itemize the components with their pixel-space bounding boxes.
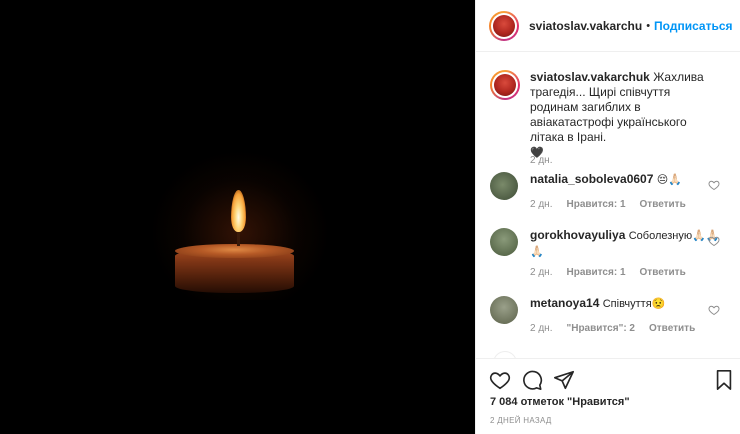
comment-text: 😔🙏🏻 <box>656 173 682 186</box>
caption-emoji: 🖤 <box>530 146 544 159</box>
post-header: sviatoslav.vakarchu • Подписаться <box>476 0 740 52</box>
caption-avatar[interactable] <box>490 70 520 100</box>
author-avatar[interactable] <box>489 10 519 41</box>
share-icon[interactable] <box>553 369 575 391</box>
post-actions: 7 084 отметок "Нравится" 2 ДНЕЙ НАЗАД <box>476 358 740 434</box>
caption-time[interactable]: 2 дн. <box>530 155 552 166</box>
comment-username[interactable]: metanoya14 <box>530 296 599 310</box>
caption-username[interactable]: sviatoslav.vakarchuk <box>530 70 650 84</box>
comment-text: Співчуття😟 <box>602 298 666 310</box>
comment-text-block: gorokhovayuliya Соболезную🙏🏻🙏🏻🙏🏻 <box>530 228 720 260</box>
comment-meta: 2 дн. "Нравится": 2 Ответить <box>530 323 695 334</box>
comments-list[interactable]: sviatoslav.vakarchuk Жахлива трагедія...… <box>476 53 740 358</box>
comment-text-block: metanoya14 Співчуття😟 <box>530 296 720 324</box>
bookmark-icon[interactable] <box>713 369 735 391</box>
candle-top <box>175 244 294 258</box>
follow-button[interactable]: Подписаться <box>654 19 732 33</box>
comment-row: gorokhovayuliya Соболезную🙏🏻🙏🏻🙏🏻 <box>490 228 720 260</box>
commenter-avatar[interactable] <box>490 172 518 200</box>
comment-row: natalia_soboleva0607 😔🙏🏻 <box>490 172 720 200</box>
candle-wick <box>237 230 240 246</box>
comment-likes-count[interactable]: Нравится: 1 <box>566 267 625 278</box>
comment-text-block: natalia_soboleva0607 😔🙏🏻 <box>530 172 720 200</box>
reply-button[interactable]: Ответить <box>649 323 695 334</box>
post-date[interactable]: 2 ДНЕЙ НАЗАД <box>490 416 552 425</box>
next-comment-avatar-partial <box>493 351 517 358</box>
caption-meta: 2 дн. <box>530 155 552 166</box>
comment-icon[interactable] <box>521 369 543 391</box>
reply-button[interactable]: Ответить <box>640 199 686 210</box>
comment-meta: 2 дн. Нравится: 1 Ответить <box>530 199 686 210</box>
reply-button[interactable]: Ответить <box>640 267 686 278</box>
likes-count[interactable]: 7 084 отметок "Нравится" <box>490 396 630 408</box>
comment-time[interactable]: 2 дн. <box>530 199 552 210</box>
comment-meta: 2 дн. Нравится: 1 Ответить <box>530 267 686 278</box>
comment-time[interactable]: 2 дн. <box>530 267 552 278</box>
comment-like-heart-icon[interactable] <box>708 235 720 247</box>
comment-row: metanoya14 Співчуття😟 <box>490 296 720 324</box>
header-separator: • <box>646 19 651 32</box>
comment-like-heart-icon[interactable] <box>708 304 720 316</box>
post-side-panel: sviatoslav.vakarchu • Подписаться sviato… <box>475 0 740 434</box>
comment-likes-count[interactable]: Нравится: 1 <box>566 199 625 210</box>
comment-time[interactable]: 2 дн. <box>530 323 552 334</box>
comment-username[interactable]: gorokhovayuliya <box>530 228 625 242</box>
commenter-avatar[interactable] <box>490 228 518 256</box>
commenter-avatar[interactable] <box>490 296 518 324</box>
comment-like-heart-icon[interactable] <box>708 179 720 191</box>
author-username[interactable]: sviatoslav.vakarchu <box>529 19 642 33</box>
heart-icon[interactable] <box>489 369 511 391</box>
post-image[interactable] <box>0 0 475 434</box>
caption: sviatoslav.vakarchuk Жахлива трагедія...… <box>490 70 710 160</box>
caption-text-block: sviatoslav.vakarchuk Жахлива трагедія...… <box>530 70 710 160</box>
comment-likes-count[interactable]: "Нравится": 2 <box>566 323 635 334</box>
comment-username[interactable]: natalia_soboleva0607 <box>530 172 653 186</box>
